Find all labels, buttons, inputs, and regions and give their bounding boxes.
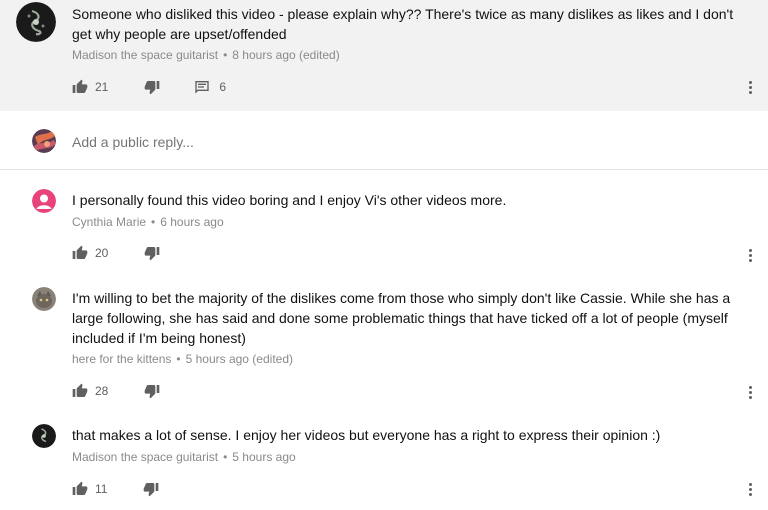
reply-count: 6 xyxy=(219,80,227,94)
meta-separator: • xyxy=(223,450,228,464)
divider xyxy=(0,169,768,170)
comment-actions: 28 xyxy=(72,381,160,401)
thumb-up-icon xyxy=(72,245,88,259)
comment-time[interactable]: 5 hours ago (edited) xyxy=(186,352,293,366)
author-avatar-cynthia[interactable] xyxy=(32,189,56,213)
like-count: 20 xyxy=(95,246,109,260)
comment-meta: Madison the space guitarist • 5 hours ago xyxy=(72,449,296,465)
thumb-down-icon xyxy=(144,483,159,497)
comment-meta: Cynthia Marie • 6 hours ago xyxy=(72,214,224,230)
comment-author[interactable]: Cynthia Marie xyxy=(72,215,146,229)
comment-author[interactable]: Madison the space guitarist xyxy=(72,450,218,464)
dislike-button[interactable] xyxy=(144,79,160,95)
dislike-button[interactable] xyxy=(144,383,160,399)
comment-meta: here for the kittens • 5 hours ago (edited… xyxy=(72,351,293,367)
comment-time[interactable]: 8 hours ago (edited) xyxy=(232,48,339,62)
comment-text: I personally found this video boring and… xyxy=(72,192,507,208)
more-vert-icon[interactable] xyxy=(742,77,758,97)
dislike-button[interactable] xyxy=(144,245,160,261)
comment-time[interactable]: 5 hours ago xyxy=(232,450,295,464)
like-count: 11 xyxy=(95,482,108,496)
like-button[interactable]: 21 xyxy=(72,79,108,95)
comment-icon xyxy=(195,81,210,94)
thumb-down-icon xyxy=(145,247,160,261)
meta-separator: • xyxy=(151,215,156,229)
like-count: 28 xyxy=(95,384,109,398)
like-button[interactable]: 28 xyxy=(72,383,108,399)
like-button[interactable]: 11 xyxy=(72,481,107,497)
top-comment-meta: Madison the space guitarist • 8 hours ago … xyxy=(72,47,340,63)
author-avatar-madison[interactable] xyxy=(32,424,56,448)
replies-button[interactable]: 6 xyxy=(194,79,226,95)
comment-author[interactable]: Madison the space guitarist xyxy=(72,48,218,62)
thumb-down-icon xyxy=(145,385,160,399)
comment-author[interactable]: here for the kittens xyxy=(72,352,171,366)
comment-text: I'm willing to bet the majority of the d… xyxy=(72,290,731,346)
dislike-button[interactable] xyxy=(143,481,159,497)
more-vert-icon[interactable] xyxy=(742,479,758,499)
like-button[interactable]: 20 xyxy=(72,245,108,261)
thumb-up-icon xyxy=(72,79,88,93)
meta-separator: • xyxy=(223,48,228,62)
top-comment-text: Someone who disliked this video - please… xyxy=(72,6,734,42)
thumb-down-icon xyxy=(145,81,160,95)
comment-text: that makes a lot of sense. I enjoy her v… xyxy=(72,427,661,443)
comment-actions: 20 xyxy=(72,243,160,263)
more-vert-icon[interactable] xyxy=(742,382,758,402)
thumb-up-icon xyxy=(72,481,88,495)
author-avatar-madison[interactable] xyxy=(16,2,56,42)
user-avatar xyxy=(32,129,56,153)
author-avatar-kittens[interactable] xyxy=(32,287,56,311)
reply-input[interactable] xyxy=(72,131,742,153)
comment-time[interactable]: 6 hours ago xyxy=(160,215,223,229)
top-comment-actions: 21 6 xyxy=(72,77,226,97)
thumb-up-icon xyxy=(72,383,88,397)
like-count: 21 xyxy=(95,80,109,94)
comment-actions: 11 xyxy=(72,479,159,499)
more-vert-icon[interactable] xyxy=(742,245,758,265)
meta-separator: • xyxy=(176,352,181,366)
